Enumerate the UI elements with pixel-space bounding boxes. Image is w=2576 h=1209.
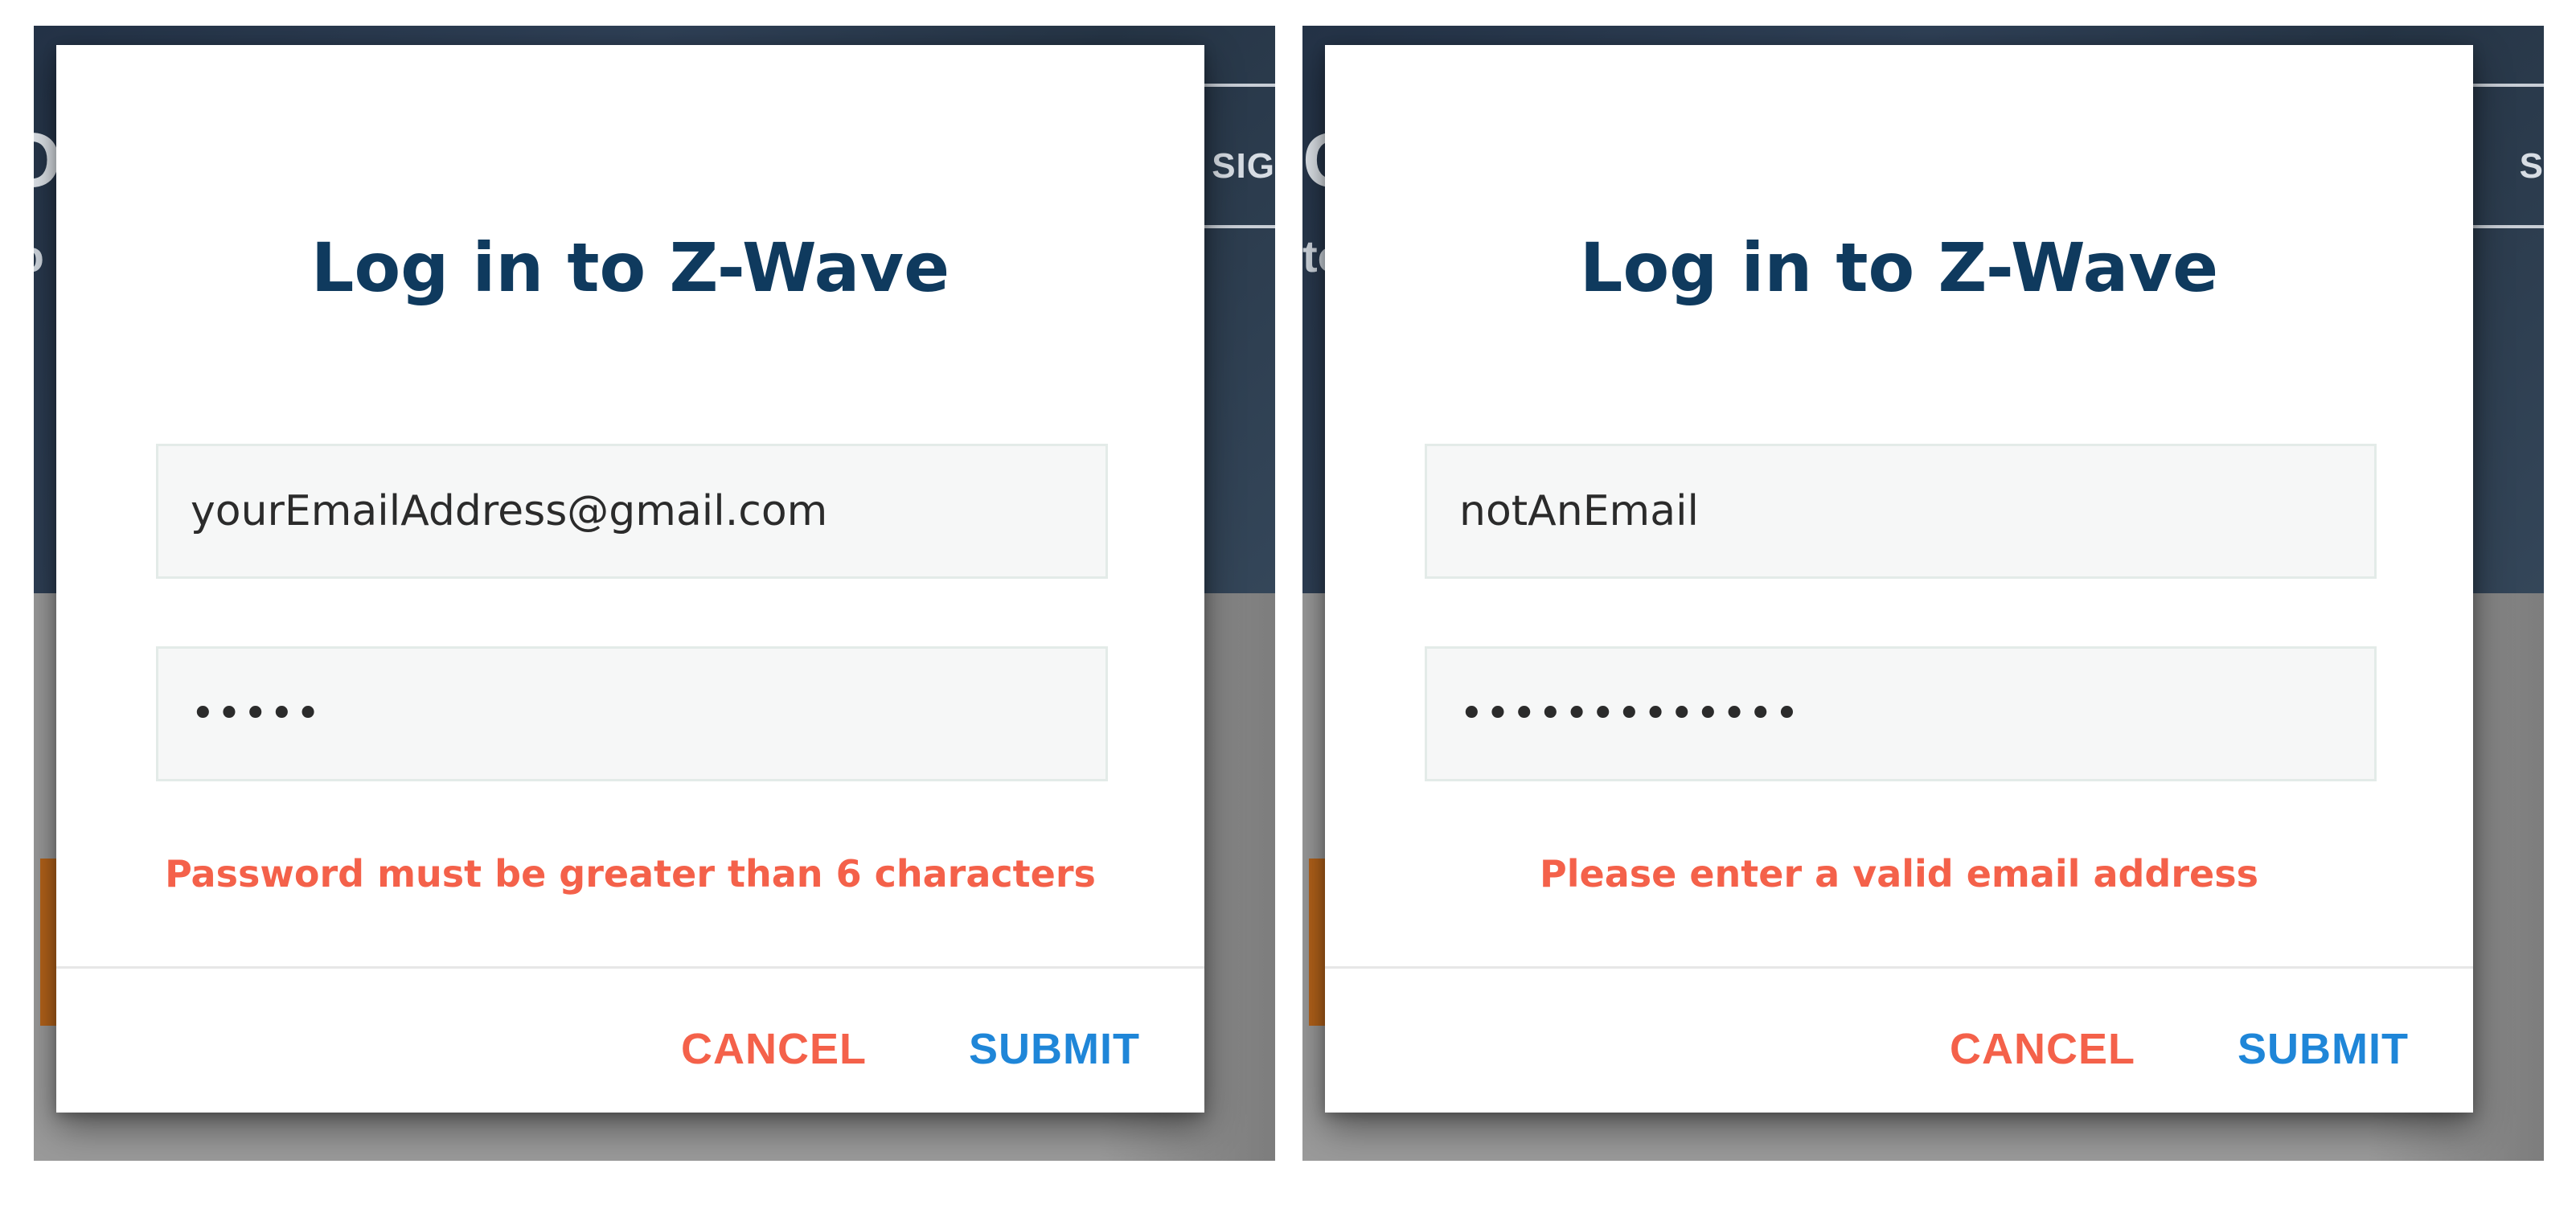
validation-error-message: Password must be greater than 6 characte… xyxy=(165,852,1096,895)
login-dialog: Log in to Z-Wave Password must be greate… xyxy=(56,45,1204,1113)
submit-button[interactable]: SUBMIT xyxy=(969,1024,1140,1074)
dialog-footer-divider xyxy=(56,966,1204,969)
email-input[interactable] xyxy=(1425,444,2377,579)
screenshot-right: O to S Log in to Z-Wave Please enter a v… xyxy=(1302,26,2544,1161)
background-subheading-fragment: to xyxy=(34,230,44,282)
screenshot-left: O to SIG Log in to Z-Wave Password must … xyxy=(34,26,1275,1161)
background-nav-link[interactable]: SIG xyxy=(1212,146,1275,186)
validation-error-message: Please enter a valid email address xyxy=(1540,852,2258,895)
cancel-button[interactable]: CANCEL xyxy=(681,1024,867,1074)
password-input[interactable] xyxy=(156,646,1108,781)
submit-button[interactable]: SUBMIT xyxy=(2238,1024,2409,1074)
password-input[interactable] xyxy=(1425,646,2377,781)
email-input[interactable] xyxy=(156,444,1108,579)
login-dialog: Log in to Z-Wave Please enter a valid em… xyxy=(1325,45,2473,1113)
dialog-title: Log in to Z-Wave xyxy=(1579,228,2219,307)
dialog-title: Log in to Z-Wave xyxy=(310,228,950,307)
dialog-footer-divider xyxy=(1325,966,2473,969)
background-nav-link[interactable]: S xyxy=(2520,146,2544,186)
cancel-button[interactable]: CANCEL xyxy=(1950,1024,2135,1074)
